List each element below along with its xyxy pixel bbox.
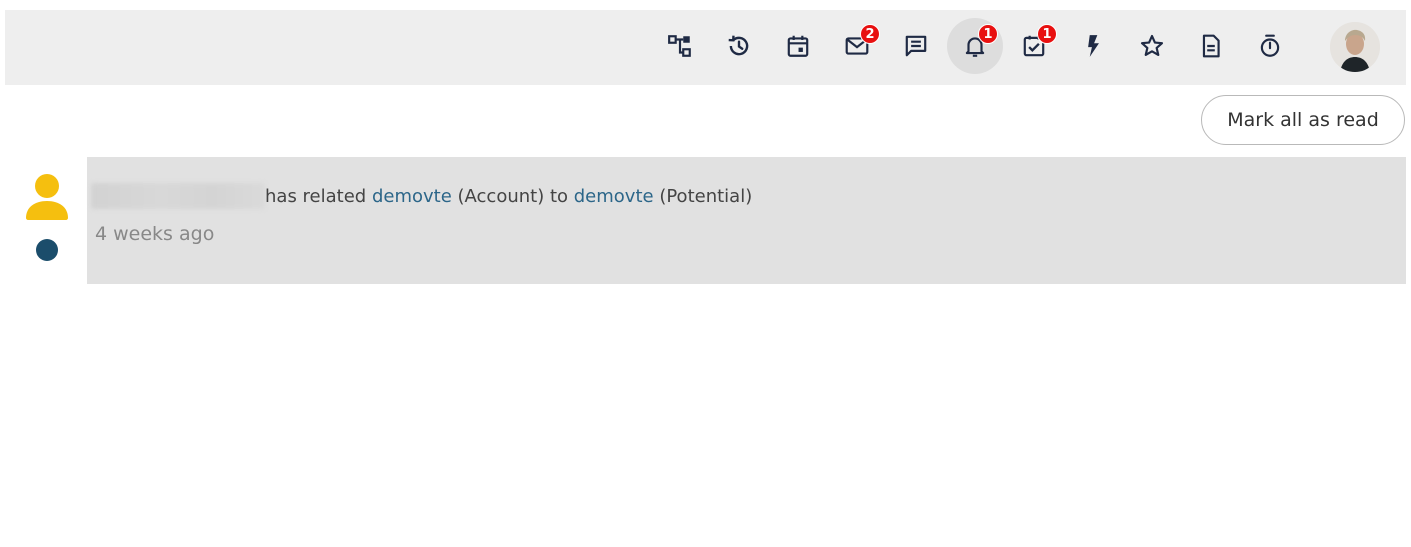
message-text: (Account) to [451,186,574,207]
account-link[interactable]: demovte [372,186,452,207]
redacted-user-name [91,183,265,209]
history-icon [728,35,749,56]
notifications-badge: 1 [978,24,998,44]
documents-button[interactable] [1183,18,1239,74]
lightning-icon [1088,35,1099,57]
hierarchy-button[interactable] [652,18,708,74]
unread-indicator [36,239,58,261]
chat-icon [905,35,927,57]
avatar-image [1330,22,1380,72]
top-toolbar: 2 1 1 [5,10,1406,85]
notification-item[interactable]: has related demovte (Account) to demovte… [87,157,1406,284]
star-icon [1140,34,1164,56]
mail-button[interactable]: 2 [829,18,885,74]
mark-all-read-button[interactable]: Mark all as read [1201,95,1405,145]
calendar-button[interactable] [770,18,826,74]
notification-message: has related demovte (Account) to demovte… [265,186,752,207]
tasks-button[interactable]: 1 [1006,18,1062,74]
message-text: (Potential) [653,186,753,207]
notifications-page: 2 1 1 Mark all as read has related demov… [5,10,1406,547]
user-icon [26,174,68,220]
notifications-button[interactable]: 1 [947,18,1003,74]
notification-time: 4 weeks ago [95,223,215,245]
calendar-icon [787,35,809,57]
favorites-button[interactable] [1124,18,1180,74]
document-icon [1202,34,1220,58]
mail-badge: 2 [860,24,880,44]
chat-button[interactable] [888,18,944,74]
potential-link[interactable]: demovte [574,186,654,207]
stopwatch-icon [1260,34,1280,57]
tasks-badge: 1 [1037,24,1057,44]
quick-actions-button[interactable] [1065,18,1121,74]
history-button[interactable] [711,18,767,74]
hierarchy-icon [668,35,691,57]
message-text: has related [265,186,372,207]
user-avatar[interactable] [1330,22,1380,72]
timer-button[interactable] [1242,18,1298,74]
